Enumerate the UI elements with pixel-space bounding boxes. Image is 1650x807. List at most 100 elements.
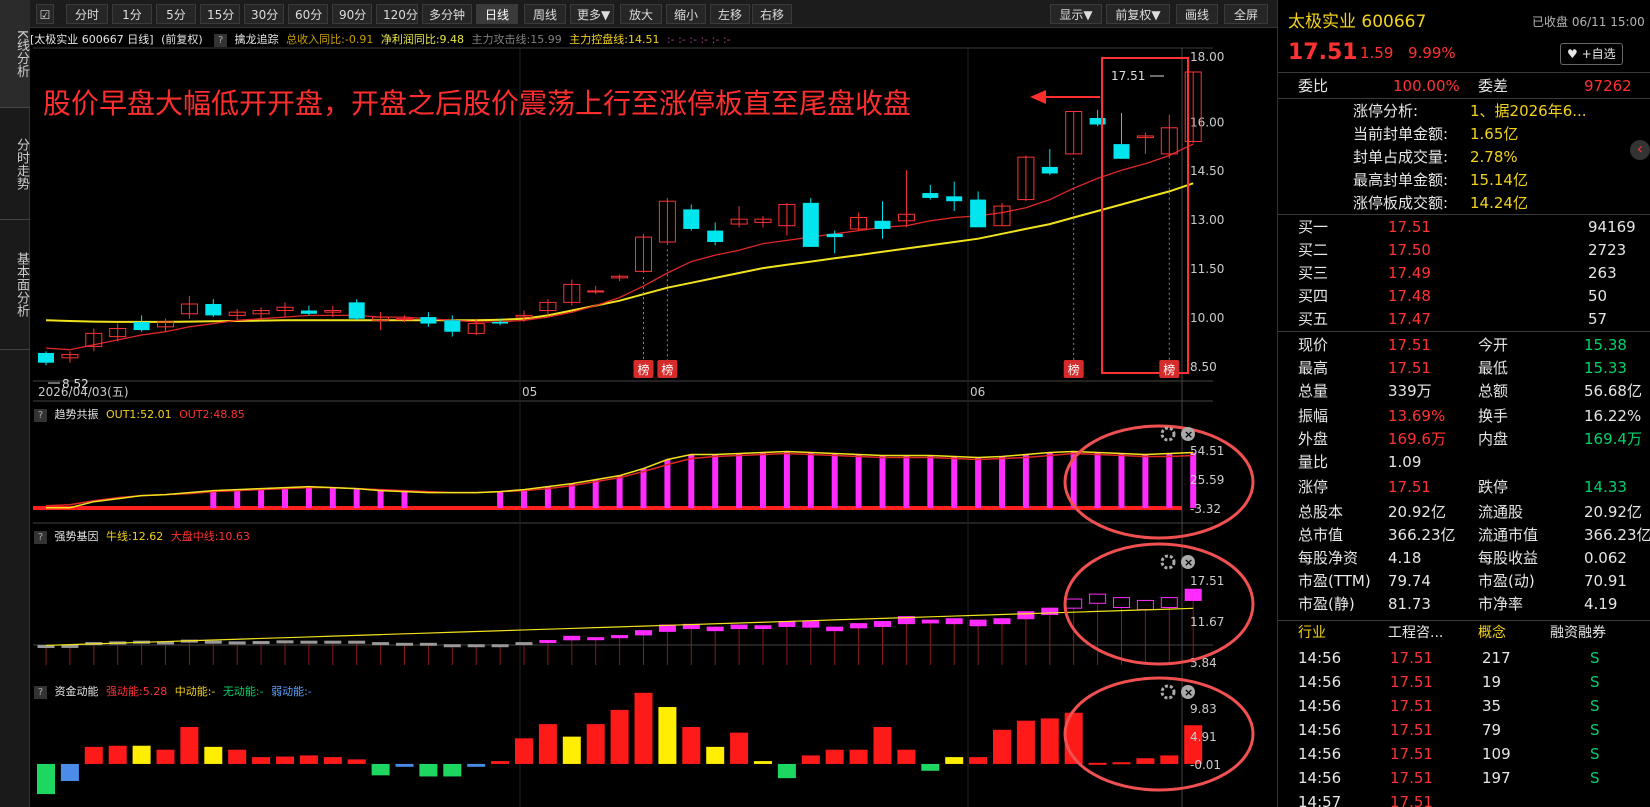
period-btn-0[interactable]: 分时: [66, 4, 108, 24]
ind3-bar: [228, 749, 247, 764]
ind1-bar: [999, 456, 1005, 508]
period-btn-11[interactable]: 更多▼: [570, 4, 614, 24]
toolbar-right-btn-1[interactable]: 前复权▼: [1106, 4, 1170, 24]
limit-up-row: 涨停板成交额: 14.24亿: [1278, 192, 1650, 215]
ind2-bar: [1065, 598, 1083, 609]
ind1-bar: [760, 452, 766, 508]
stock-title: 太极实业 600667: [1288, 12, 1427, 32]
candle-up: [1017, 156, 1035, 201]
sector-tab[interactable]: 工程咨...: [1388, 622, 1443, 644]
candle-up: [658, 200, 676, 243]
help-icon[interactable]: ?: [214, 34, 228, 47]
add-favorite-button[interactable]: ♥ +自选: [1560, 43, 1623, 65]
ind2-bar: [1089, 593, 1107, 604]
ind3-bar: [945, 757, 964, 764]
limit-label: 涨停分析:: [1353, 102, 1419, 120]
help-icon[interactable]: ?: [34, 531, 47, 544]
ind2-bar: [802, 621, 820, 628]
tick-price: 17.51: [1390, 793, 1433, 807]
ind3-bar: [634, 692, 653, 764]
stat-label: 涨停: [1298, 478, 1329, 496]
toolbar-right-btn-2[interactable]: 画线: [1176, 4, 1218, 24]
gear-icon: [1160, 554, 1176, 570]
candle-down: [348, 302, 365, 319]
period-btn-7[interactable]: 120分: [376, 4, 418, 24]
stat-row: 现价 17.51 今开 15.38: [1278, 334, 1650, 357]
stat-value: 13.69%: [1388, 407, 1446, 425]
period-btn-10[interactable]: 周线: [524, 4, 566, 24]
tick-side: S: [1590, 673, 1600, 691]
ind1-bar: [688, 454, 695, 508]
ind3-bar: [562, 736, 581, 764]
ind1-out2: OUT2:48.85: [179, 408, 245, 421]
fq-label: (前复权): [161, 33, 203, 46]
annotation-arrowhead: [1030, 90, 1046, 104]
ind2-bar: [515, 642, 533, 646]
ind2-bar: [754, 625, 772, 630]
ind3-bar: [347, 759, 366, 764]
bang-marker: [657, 360, 678, 378]
candle-up: [276, 306, 294, 312]
period-btn-15[interactable]: 右移: [752, 4, 792, 24]
main-info-bar: [太极实业 600667 日线] (前复权) ? 擒龙追踪 总收入同比:-0.9…: [30, 30, 1270, 50]
period-btn-9[interactable]: 日线: [476, 4, 518, 24]
bid-label: 买四: [1298, 287, 1329, 305]
sector-tab[interactable]: 概念: [1478, 622, 1506, 644]
limit-label: 封单占成交量:: [1353, 148, 1449, 166]
toolbar-right-btn-3[interactable]: 全屏: [1224, 4, 1268, 24]
ind3-bar: [299, 755, 318, 764]
tick-time: 14:56: [1298, 769, 1342, 787]
collapse-arrow-icon[interactable]: ‹: [1630, 140, 1650, 160]
close-icon: [1181, 555, 1195, 569]
stat-label: 市净率: [1478, 595, 1524, 613]
help-icon[interactable]: ?: [34, 686, 47, 699]
ind1-bar: [1046, 452, 1053, 508]
nav-intraday[interactable]: 分时走势: [0, 108, 30, 220]
limit-label: 最高封单金额:: [1353, 171, 1449, 189]
period-btn-3[interactable]: 15分: [200, 4, 240, 24]
left-nav: K线分析 分时走势 基本面分析: [0, 0, 30, 807]
highlight-box: [1101, 57, 1189, 374]
stat-label: 现价: [1298, 336, 1329, 354]
month-label: 05: [522, 385, 537, 399]
sector-tab[interactable]: 行业: [1298, 622, 1326, 644]
period-btn-4[interactable]: 30分: [244, 4, 284, 24]
stat-label: 最高: [1298, 359, 1329, 377]
ind1-out1-line: [46, 450, 1194, 509]
limit-up-row: 最高封单金额: 15.14亿: [1278, 169, 1650, 192]
candle-down: [205, 304, 222, 316]
nav-k-line[interactable]: K线分析: [0, 0, 30, 108]
sector-tab[interactable]: 融资融券: [1550, 622, 1606, 644]
stat-row: 每股净资 4.18 每股收益 0.062: [1278, 547, 1650, 570]
ind3-bar: [993, 729, 1011, 764]
ind2-bar: [109, 641, 127, 645]
period-btn-6[interactable]: 90分: [332, 4, 372, 24]
period-btn-14[interactable]: 左移: [710, 4, 750, 24]
ind2-bar: [396, 642, 413, 646]
ind2-bar: [1160, 597, 1178, 608]
period-btn-13[interactable]: 缩小: [666, 4, 706, 24]
ind3-bar: [658, 707, 677, 764]
period-btn-2[interactable]: 5分: [156, 4, 196, 24]
period-btn-5[interactable]: 60分: [288, 4, 328, 24]
ind2-bar: [1017, 611, 1035, 620]
checkbox-icon[interactable]: ☑: [36, 4, 54, 24]
divider: [1278, 98, 1650, 99]
ind2-bar: [252, 641, 270, 645]
period-btn-12[interactable]: 放大: [620, 4, 662, 24]
ind3-c: 无动能:-: [222, 685, 264, 698]
divider: [1278, 331, 1650, 332]
toolbar-right-btn-0[interactable]: 显示▼: [1050, 4, 1102, 24]
candle-up: [61, 354, 79, 359]
nav-fundamental[interactable]: 基本面分析: [0, 220, 30, 350]
date-label: 2026/04/03(五): [38, 385, 129, 399]
bang-marker: [1159, 360, 1180, 378]
help-icon[interactable]: ?: [34, 409, 47, 422]
ind3-bar: [276, 756, 294, 764]
period-btn-1[interactable]: 1分: [112, 4, 152, 24]
bid-volume: 57: [1588, 310, 1608, 328]
ind2-bar: [969, 619, 987, 627]
period-btn-8[interactable]: 多分钟: [422, 4, 472, 24]
ma-red-line: [45, 143, 1194, 351]
candle-up: [587, 290, 605, 293]
